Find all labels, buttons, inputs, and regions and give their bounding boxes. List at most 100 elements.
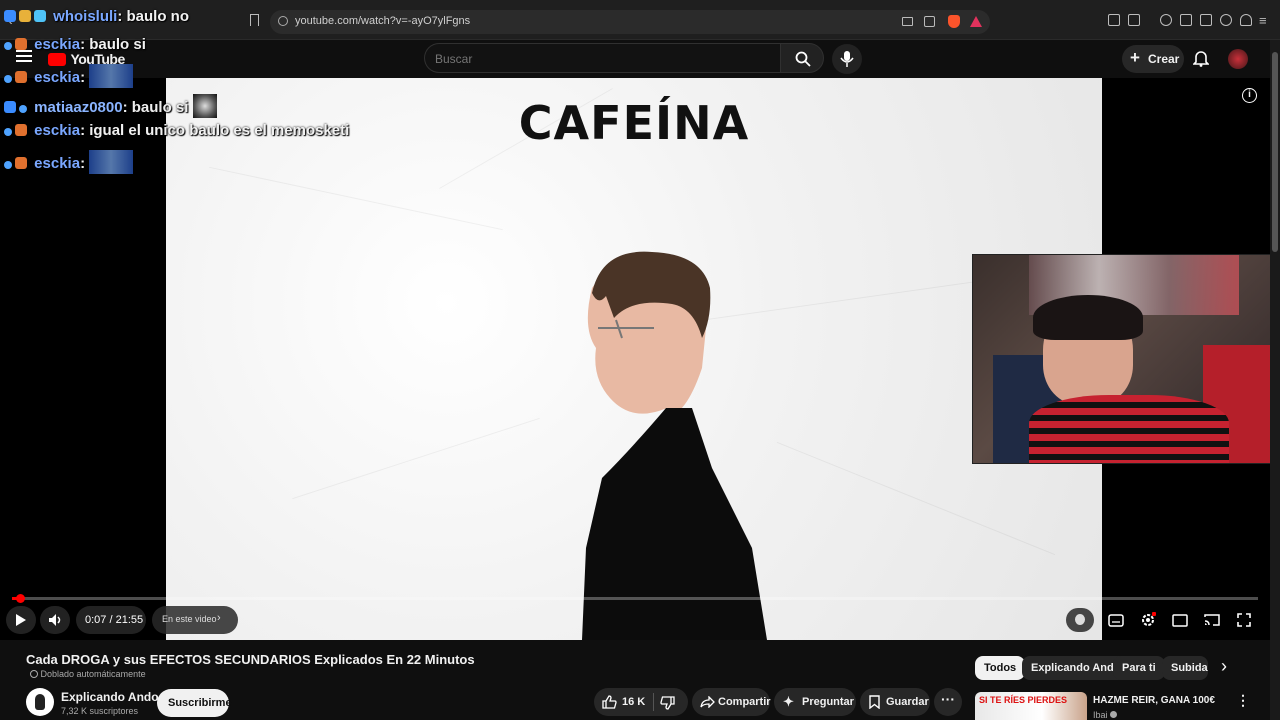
chat-message: esckia: <box>4 150 134 174</box>
presenter-figure <box>582 251 767 640</box>
recommended-thumbnail[interactable]: SI TE RÍES PIERDES <box>975 692 1087 720</box>
thumbnail-text: SI TE RÍES PIERDES <box>979 695 1068 705</box>
like-dislike-group: 16 K <box>594 688 688 716</box>
chat-badge-icon <box>15 71 27 83</box>
chat-badge-icon <box>4 161 12 169</box>
chat-username: matiaaz0800 <box>34 99 123 116</box>
dubbing-icon <box>30 670 38 678</box>
chat-emote-image <box>89 150 134 174</box>
wallet-icon[interactable] <box>1128 14 1140 26</box>
autoplay-toggle[interactable] <box>1066 608 1094 632</box>
cast-icon[interactable] <box>902 17 913 26</box>
channel-avatar[interactable] <box>26 688 54 716</box>
video-frame[interactable]: CAFEÍNA <box>166 78 1102 640</box>
chat-badge-icon <box>15 157 27 169</box>
bookmark-icon[interactable] <box>250 14 259 26</box>
plus-icon: + <box>1130 48 1140 67</box>
share-button[interactable]: Compartir <box>692 688 771 716</box>
chat-username: esckia <box>34 122 81 139</box>
cast-to-tv-icon[interactable] <box>1204 613 1220 627</box>
leo-ai-icon[interactable] <box>1220 14 1232 26</box>
chat-badge-icon <box>4 75 12 83</box>
channel-name[interactable]: Explicando Ando <box>61 690 159 704</box>
scrollbar-thumb[interactable] <box>1272 52 1278 252</box>
dubbed-notice: Doblado automáticamente <box>30 669 146 679</box>
progress-bar[interactable] <box>12 594 1258 603</box>
search-button[interactable] <box>780 43 824 73</box>
like-count[interactable]: 16 K <box>622 696 645 708</box>
chat-badge-icon <box>4 42 12 50</box>
fullscreen-icon[interactable] <box>1237 613 1251 627</box>
tab-wallet-icon[interactable] <box>1200 14 1212 26</box>
chip-subidas[interactable]: Subidas <box>1162 656 1208 680</box>
chat-username: esckia <box>34 36 81 53</box>
chat-text: : igual el unico baulo es el memosketi <box>80 122 350 139</box>
chat-badge-icon <box>4 10 16 22</box>
chips-next-icon[interactable]: › <box>1221 656 1227 677</box>
theater-mode-icon[interactable] <box>1172 614 1188 627</box>
subscriber-count: 7,32 K suscriptores <box>61 706 139 716</box>
ask-button[interactable]: ✦ Preguntar <box>774 688 856 716</box>
chat-badge-icon <box>15 124 27 136</box>
chevron-right-icon: › <box>217 612 221 624</box>
vpn-icon[interactable] <box>1240 14 1252 26</box>
recommended-channel: Ibai <box>1093 710 1118 720</box>
chip-para-ti[interactable]: Para ti <box>1113 656 1165 680</box>
chat-username: esckia <box>34 69 81 86</box>
subscribe-label: Suscribirme <box>168 697 232 709</box>
in-video-chapters-button[interactable]: En este video › <box>152 606 238 634</box>
brave-rewards-icon[interactable] <box>970 16 982 27</box>
sidebar-icon[interactable] <box>1180 14 1192 26</box>
chat-message: esckia: baulo si <box>4 36 146 53</box>
chat-badge-icon <box>4 128 12 136</box>
voice-search-button[interactable] <box>832 44 862 74</box>
extensions-icon[interactable] <box>1108 14 1120 26</box>
media-icon[interactable] <box>1160 14 1172 26</box>
chat-message: matiaaz0800: baulo si <box>4 94 217 118</box>
account-avatar[interactable] <box>1228 49 1248 69</box>
info-icon[interactable]: i <box>1242 88 1257 103</box>
ask-label: Preguntar <box>802 696 854 708</box>
settings-gear-icon[interactable] <box>1140 612 1156 628</box>
search-box[interactable] <box>424 43 780 73</box>
notifications-bell-icon[interactable] <box>1193 50 1209 67</box>
volume-button[interactable] <box>40 606 70 634</box>
youtube-header: YouTube + Crear <box>0 40 1270 78</box>
address-bar[interactable]: youtube.com/watch?v=-ayO7ylFgns <box>270 10 990 34</box>
subtitles-icon[interactable] <box>1108 614 1124 627</box>
share-arrow-icon <box>700 696 715 708</box>
thumbs-up-icon[interactable] <box>602 695 617 709</box>
recommended-title[interactable]: HAZME REIR, GANA 100€ <box>1093 695 1215 706</box>
site-info-icon[interactable] <box>278 16 288 26</box>
video-title: Cada DROGA y sus EFECTOS SECUNDARIOS Exp… <box>26 652 475 667</box>
thumbs-down-icon[interactable] <box>660 696 675 710</box>
subscribe-button[interactable]: Suscribirme <box>157 689 232 717</box>
page-scrollbar[interactable] <box>1270 40 1280 720</box>
chat-message: esckia: <box>4 64 134 88</box>
share-label: Compartir <box>718 696 771 708</box>
progress-scrubber[interactable] <box>16 594 25 603</box>
create-button[interactable]: + Crear <box>1122 45 1184 73</box>
save-bookmark-icon <box>869 695 880 709</box>
more-actions-button[interactable]: ··· <box>934 688 962 716</box>
search-input[interactable] <box>435 50 765 68</box>
video-player[interactable]: CAFEÍNA 0:07 / 21:55 En este video › i <box>0 78 1280 640</box>
share-page-icon[interactable] <box>924 16 935 27</box>
chat-badge-icon <box>4 101 16 113</box>
time-display: 0:07 / 21:55 <box>76 606 146 634</box>
save-button[interactable]: Guardar <box>860 688 930 716</box>
volume-icon <box>49 614 61 626</box>
chip-todos[interactable]: Todos <box>975 656 1026 680</box>
url-text: youtube.com/watch?v=-ayO7ylFgns <box>295 15 471 27</box>
save-label: Guardar <box>886 696 929 708</box>
brave-shield-icon[interactable] <box>948 15 960 28</box>
microphone-icon <box>840 51 854 67</box>
create-label: Crear <box>1148 52 1180 66</box>
play-button[interactable] <box>6 606 36 634</box>
chat-badge-icon <box>34 10 46 22</box>
menu-icon[interactable]: ≡ <box>1259 13 1267 28</box>
chat-emote-image <box>192 94 217 118</box>
chat-username: esckia <box>34 155 81 172</box>
chat-badge-icon <box>15 38 27 50</box>
recommended-more-icon[interactable]: ⋮ <box>1236 692 1250 709</box>
